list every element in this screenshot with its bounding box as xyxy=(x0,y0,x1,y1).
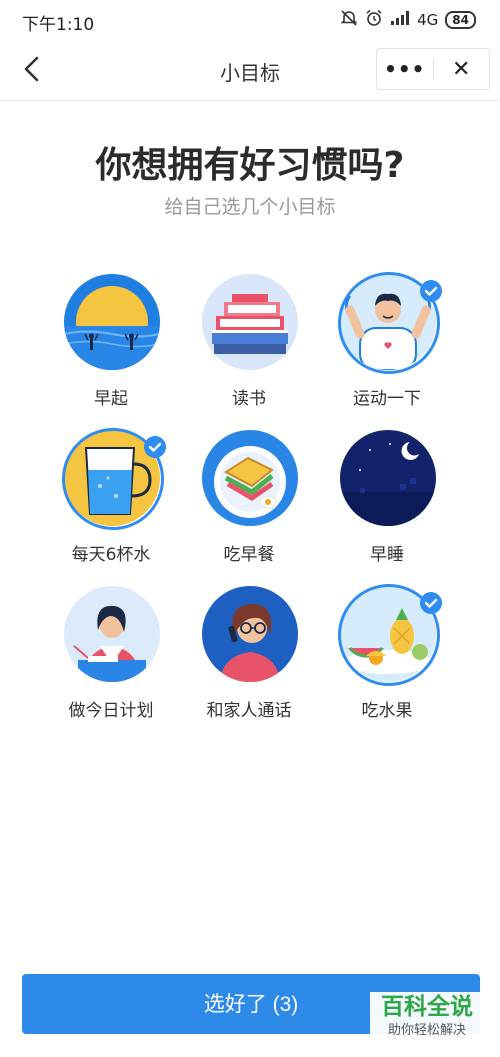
watermark-subtitle: 助你轻松解决 xyxy=(387,1023,466,1038)
breakfast-icon xyxy=(202,430,298,526)
habit-label: 早睡 xyxy=(370,545,404,565)
habit-label: 早起 xyxy=(94,389,128,409)
mini-program-capsule: ••• ✕ xyxy=(376,48,490,90)
habit-label: 吃早餐 xyxy=(223,545,275,565)
habit-item-daily-plan[interactable]: 做今日计划 xyxy=(42,584,180,721)
check-icon xyxy=(420,592,442,614)
close-icon[interactable]: ✕ xyxy=(434,57,490,82)
status-bar: 下午1:10 4G 84 xyxy=(0,0,500,40)
habit-item-sleep-early[interactable]: 早睡 xyxy=(318,428,456,565)
planning-icon xyxy=(64,586,160,682)
sub-heading: 给自己选几个小目标 xyxy=(164,196,336,218)
habit-label: 运动一下 xyxy=(353,389,421,409)
habit-item-call-family[interactable]: 和家人通话 xyxy=(180,584,318,721)
sunrise-icon xyxy=(64,274,160,370)
habit-item-breakfast[interactable]: 吃早餐 xyxy=(180,428,318,565)
phone-call-icon xyxy=(202,586,298,682)
habit-label: 每天6杯水 xyxy=(71,545,151,565)
alarm-icon xyxy=(365,9,383,31)
habit-grid: 早起 读书 运动一下 每天6杯水 吃早餐 早睡 做今日计划 和家人通话 吃水果 xyxy=(42,272,458,721)
status-time: 下午1:10 xyxy=(22,15,95,35)
habit-label: 做今日计划 xyxy=(68,701,154,721)
habit-item-early-rise[interactable]: 早起 xyxy=(42,272,180,409)
check-icon xyxy=(420,280,442,302)
network-label: 4G xyxy=(417,11,439,29)
signal-icon xyxy=(390,10,410,30)
habit-item-exercise[interactable]: 运动一下 xyxy=(318,272,456,409)
battery-icon: 84 xyxy=(445,11,476,29)
more-icon[interactable]: ••• xyxy=(377,57,433,81)
night-moon-icon xyxy=(340,430,436,526)
habit-item-drink-water[interactable]: 每天6杯水 xyxy=(42,428,180,565)
navigation-bar: 小目标 ••• ✕ xyxy=(0,40,500,101)
habit-item-reading[interactable]: 读书 xyxy=(180,272,318,409)
status-icons: 4G 84 xyxy=(340,9,476,31)
watermark-logo: 百科全说 助你轻松解决 xyxy=(370,992,484,1048)
mute-icon xyxy=(340,9,358,31)
habit-label: 读书 xyxy=(232,389,266,409)
check-icon xyxy=(144,436,166,458)
watermark-title: 百科全说 xyxy=(381,994,473,1020)
habit-label: 和家人通话 xyxy=(206,701,292,721)
habit-label: 吃水果 xyxy=(361,701,413,721)
main-heading: 你想拥有好习惯吗? xyxy=(95,145,405,186)
habit-item-eat-fruit[interactable]: 吃水果 xyxy=(318,584,456,721)
books-icon xyxy=(202,274,298,370)
